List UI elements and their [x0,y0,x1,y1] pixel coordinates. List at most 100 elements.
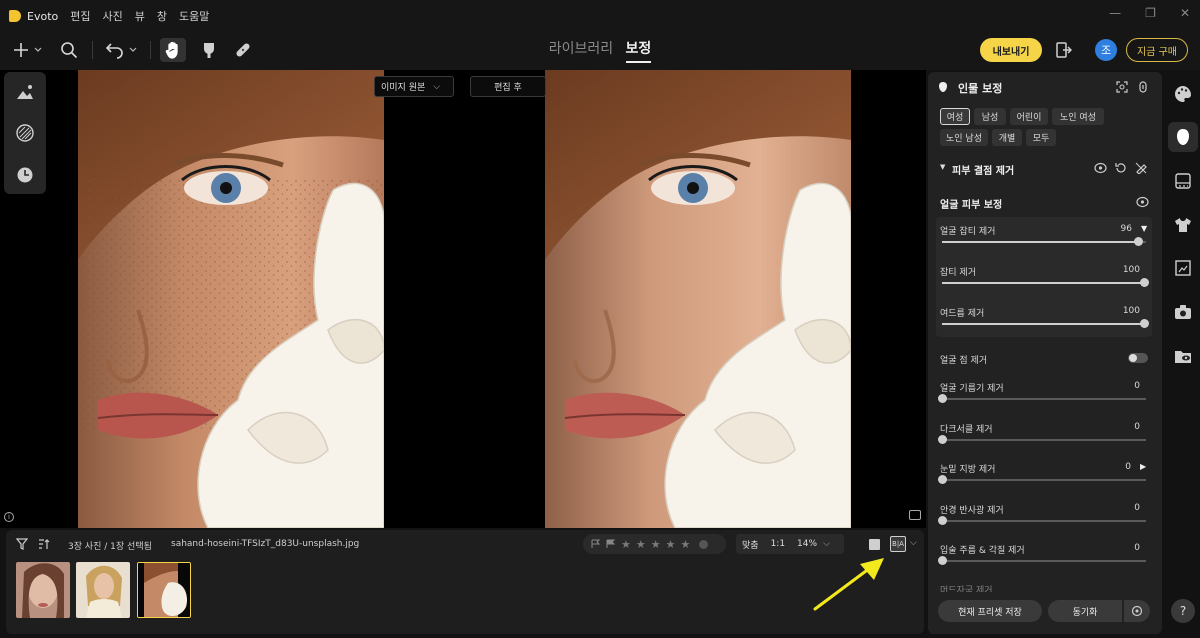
slider-track[interactable] [942,282,1146,284]
tab-edit[interactable]: 보정 [625,41,652,63]
slider-track[interactable] [942,398,1146,400]
thumbnail[interactable] [16,562,70,618]
split-compare-icon[interactable] [909,510,921,520]
background-icon[interactable] [1173,171,1193,191]
auto-enhance-icon[interactable] [15,82,35,102]
chip-senior-male[interactable]: 노인 남성 [940,129,988,146]
folder-preview-icon[interactable] [1173,346,1193,366]
eye-icon[interactable] [1094,162,1107,174]
slider-handle[interactable] [1134,237,1143,246]
sync-options-button[interactable] [1124,600,1150,622]
buy-now-button[interactable]: 지금 구매 [1126,38,1188,62]
menu-help[interactable]: 도움말 [179,8,209,24]
save-preset-button[interactable]: 현재 프리셋 저장 [938,600,1042,622]
slider-track[interactable] [942,241,1146,243]
expand-right-icon[interactable]: ▶ [1140,462,1146,471]
original-view-select[interactable]: 이미지 원본 ⌵ [374,76,454,97]
chip-child[interactable]: 어린이 [1010,108,1048,125]
thumbnail[interactable] [76,562,130,618]
restore-icon[interactable]: ❐ [1145,6,1156,20]
close-icon[interactable]: ✕ [1180,6,1190,20]
export-button[interactable]: 내보내기 [980,38,1042,62]
face-icon [939,82,947,92]
star-icon[interactable]: ★ [621,538,631,551]
slider-fill [942,323,1146,325]
slider-handle[interactable] [938,394,947,403]
slider-handle[interactable] [938,556,947,565]
panel-footer: 현재 프리셋 저장 동기화 [928,592,1162,634]
camera-icon[interactable] [1173,302,1193,322]
chevron-down-icon[interactable]: ⌵ [823,539,830,549]
rating-bar: ★ ★ ★ ★ ★ [583,534,726,554]
face-retouch-icon[interactable] [1173,127,1193,147]
slider-fill [942,282,1146,284]
star-icon[interactable]: ★ [666,538,676,551]
slider-label: 입술 주름 & 각질 제거 [940,546,1025,556]
slider-value: 100 [1122,265,1140,275]
chip-female[interactable]: 여성 [940,108,970,125]
slider-handle[interactable] [1140,319,1149,328]
body-toggle-icon[interactable] [1138,81,1148,93]
thumbnail-selected[interactable] [137,562,191,618]
palette-icon[interactable] [1173,84,1193,104]
flag-icon[interactable] [591,539,601,549]
reset-icon[interactable] [1115,162,1127,174]
chip-all[interactable]: 모두 [1026,129,1056,146]
export-panel-button[interactable] [1056,41,1073,59]
single-view-icon[interactable] [869,539,880,550]
mole-removal-label: 얼굴 점 제거 [940,356,988,366]
face-detect-icon[interactable] [1116,81,1128,93]
sort-icon[interactable] [38,538,50,550]
slider-handle[interactable] [1140,278,1149,287]
eraser-icon[interactable] [1135,162,1147,174]
chip-senior-female[interactable]: 노인 여성 [1052,108,1104,125]
texture-icon[interactable] [15,123,35,143]
slider-label: 여드름 제거 [940,309,985,319]
expand-triangle-icon[interactable]: ▼ [1141,224,1147,233]
image-canvas[interactable]: 이미지 원본 ⌵ 편집 후 i [0,70,926,528]
fit-button[interactable]: 맞춤 [736,538,765,551]
menu-view[interactable]: 뷰 [135,8,145,24]
one-to-one-button[interactable]: 1:1 [765,539,791,549]
menu-window[interactable]: 창 [157,8,167,24]
slider-value: 100 [1122,306,1140,316]
minimize-icon[interactable]: — [1109,6,1121,20]
slider-handle[interactable] [938,434,947,444]
clothing-icon[interactable] [1173,215,1193,235]
slider-track[interactable] [942,323,1146,325]
filename-text: sahand-hoseini-TFSIzT_d83U-unsplash.jpg [171,539,360,549]
star-icon[interactable]: ★ [681,538,691,551]
slider-track[interactable] [942,438,1146,441]
slider-handle[interactable] [938,515,947,525]
eye-icon[interactable] [1136,196,1149,208]
filter-icon[interactable] [16,538,28,550]
menu-edit[interactable]: 편집 [70,8,90,24]
chip-male[interactable]: 남성 [974,108,1006,125]
before-after-view-icon[interactable]: B|A [890,536,906,552]
chevron-down-icon[interactable]: ⌵ [910,538,917,548]
zoom-level[interactable]: 14% [791,539,823,549]
slider-label: 얼굴 잡티 제거 [940,227,996,237]
slider-track[interactable] [942,560,1146,562]
help-button[interactable]: ? [1171,599,1195,623]
color-label-icon[interactable] [699,539,709,549]
info-icon[interactable]: i [4,512,14,522]
history-icon[interactable] [15,165,35,185]
slider-value: 0 [1134,421,1140,432]
avatar[interactable]: 조 [1095,39,1117,61]
chip-individual[interactable]: 개별 [992,129,1022,146]
tab-library[interactable]: 라이브러리 [549,41,613,57]
section-title: 피부 결점 제거 [952,166,1015,177]
reject-flag-icon[interactable] [606,539,616,549]
menu-photo[interactable]: 사진 [102,8,122,24]
slider-track[interactable] [942,479,1146,481]
star-icon[interactable]: ★ [636,538,646,551]
slider-handle[interactable] [938,475,947,484]
collapse-triangle-icon[interactable]: ▼ [940,163,945,171]
mole-removal-toggle[interactable] [1128,353,1148,363]
panel-title: 인물 보정 [958,82,1003,95]
slider-track[interactable] [942,519,1146,522]
crop-icon[interactable] [1173,258,1193,278]
star-icon[interactable]: ★ [651,538,661,551]
sync-button[interactable]: 동기화 [1048,600,1122,622]
